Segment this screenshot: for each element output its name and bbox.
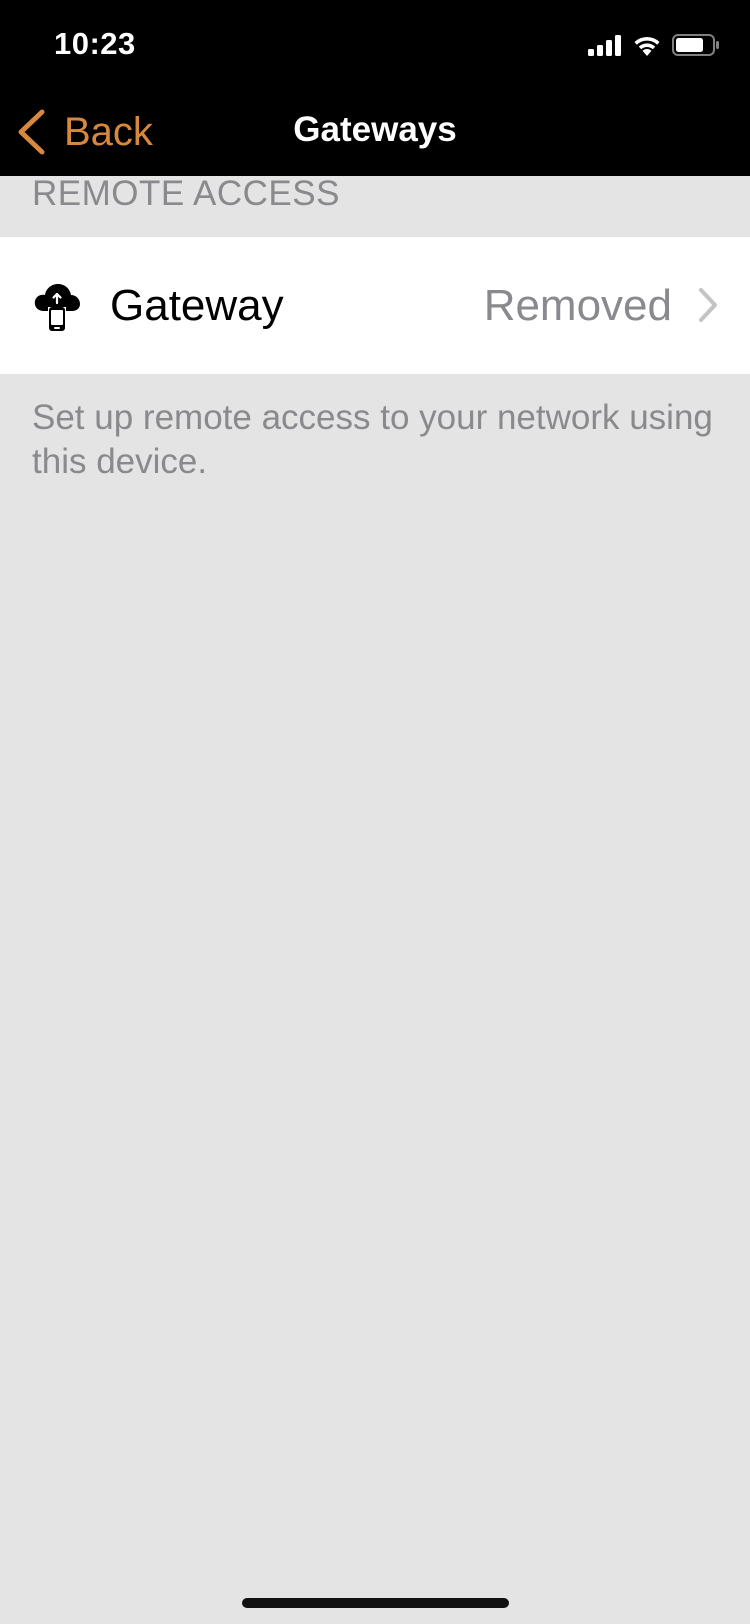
gateway-row[interactable]: Gateway Removed — [0, 237, 750, 374]
cloud-upload-device-icon — [34, 284, 80, 331]
battery-icon — [672, 34, 719, 56]
gateway-label: Gateway — [110, 281, 284, 330]
cellular-signal-icon — [588, 35, 621, 56]
home-indicator[interactable] — [242, 1598, 509, 1608]
page-title: Gateways — [293, 110, 457, 149]
chevron-right-icon — [699, 288, 717, 322]
gateway-status: Removed — [483, 281, 672, 330]
section-header: REMOTE ACCESS — [32, 174, 340, 213]
navigation-bar: Back Gateways — [0, 88, 750, 176]
status-time: 10:23 — [54, 26, 136, 61]
wifi-icon — [634, 36, 660, 56]
status-icons — [588, 30, 720, 60]
section-footer: Set up remote access to your network usi… — [32, 398, 713, 481]
status-bar: 10:23 — [0, 0, 750, 88]
